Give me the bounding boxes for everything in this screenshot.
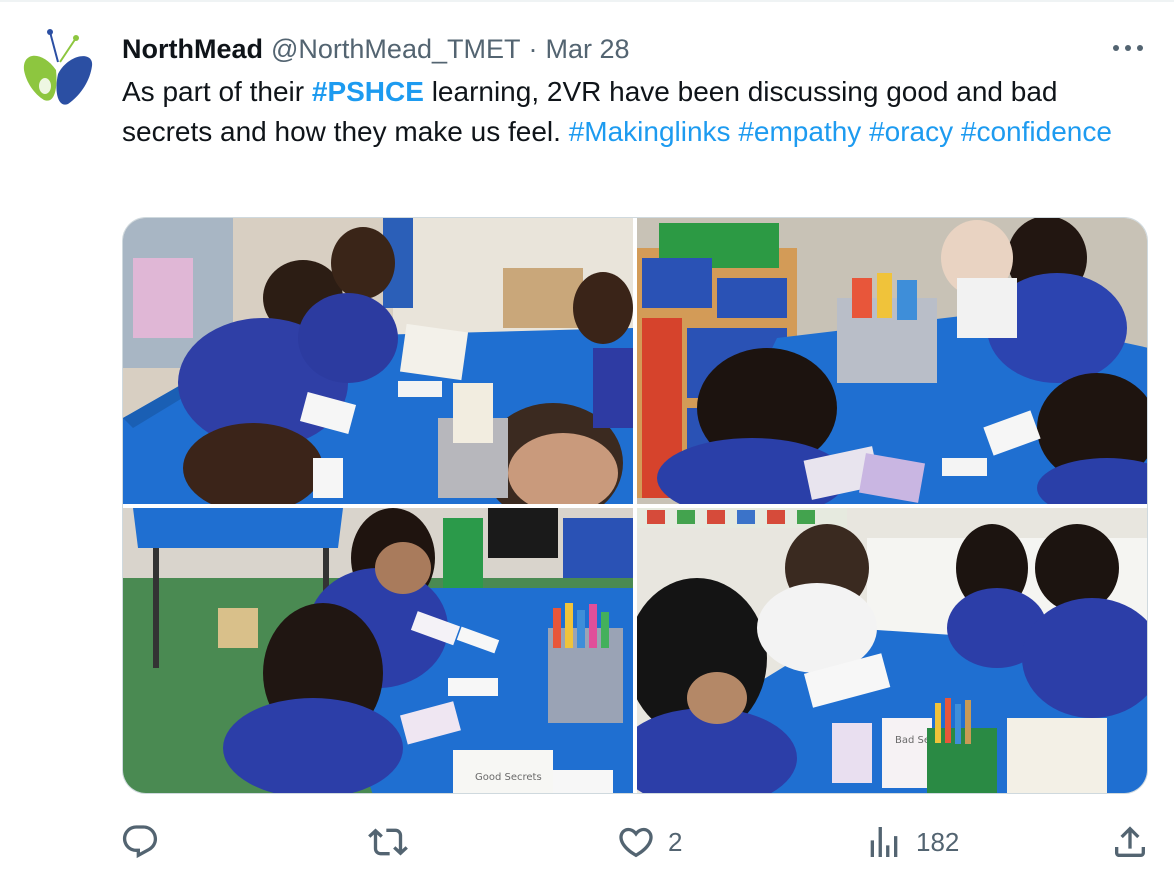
tweet-text: As part of their #PSHCE learning, 2VR ha… bbox=[122, 72, 1152, 152]
views-icon bbox=[870, 827, 898, 857]
hashtag-pshce[interactable]: #PSHCE bbox=[312, 76, 424, 107]
classroom-photo-3[interactable]: Good Secrets bbox=[123, 508, 633, 793]
tweet-date[interactable]: Mar 28 bbox=[545, 34, 629, 65]
tweet-text-segment bbox=[953, 116, 961, 147]
classroom-photo-2-image bbox=[637, 218, 1147, 504]
views-button[interactable]: 182 bbox=[864, 822, 959, 862]
tweet-text-segment bbox=[861, 116, 869, 147]
classroom-photo-4-image: Bad Se bbox=[637, 508, 1147, 793]
avatar[interactable] bbox=[20, 28, 96, 110]
like-button[interactable]: 2 bbox=[616, 822, 682, 862]
repost-icon bbox=[368, 828, 408, 856]
author-name[interactable]: NorthMead bbox=[122, 34, 263, 65]
hashtag-confidence[interactable]: #confidence bbox=[961, 116, 1112, 147]
reply-icon bbox=[122, 825, 158, 859]
hashtag-makinglinks[interactable]: #Makinglinks bbox=[569, 116, 731, 147]
action-bar: 2 182 bbox=[0, 812, 1174, 872]
butterfly-logo-icon bbox=[23, 29, 93, 105]
photo-4-paper-label: Bad Se bbox=[895, 735, 930, 746]
classroom-photo-1-image bbox=[123, 218, 633, 504]
tweet-text-segment: As part of their bbox=[122, 76, 312, 107]
classroom-photo-1[interactable] bbox=[123, 218, 633, 504]
media-grid: Good Secrets Bad Se bbox=[122, 217, 1148, 794]
more-options-button[interactable] bbox=[1106, 36, 1150, 60]
author-handle[interactable]: @NorthMead_TMET bbox=[271, 34, 520, 65]
classroom-photo-2[interactable] bbox=[637, 218, 1147, 504]
share-icon bbox=[1115, 826, 1145, 857]
reply-button[interactable] bbox=[120, 822, 172, 862]
tweet-header: NorthMead @NorthMead_TMET · Mar 28 bbox=[122, 32, 630, 66]
header-separator: · bbox=[528, 33, 538, 64]
views-count: 182 bbox=[916, 826, 960, 857]
more-horizontal-icon bbox=[1113, 45, 1143, 51]
hashtag-empathy[interactable]: #empathy bbox=[738, 116, 861, 147]
classroom-photo-4[interactable]: Bad Se bbox=[637, 508, 1147, 793]
classroom-photo-3-image: Good Secrets bbox=[123, 508, 633, 793]
like-count: 2 bbox=[668, 826, 683, 857]
share-button[interactable] bbox=[1110, 822, 1150, 862]
photo-3-paper-label: Good Secrets bbox=[475, 772, 542, 783]
heart-icon bbox=[619, 827, 653, 858]
hashtag-oracy[interactable]: #oracy bbox=[869, 116, 953, 147]
top-divider bbox=[0, 0, 1174, 2]
repost-button[interactable] bbox=[368, 822, 420, 862]
